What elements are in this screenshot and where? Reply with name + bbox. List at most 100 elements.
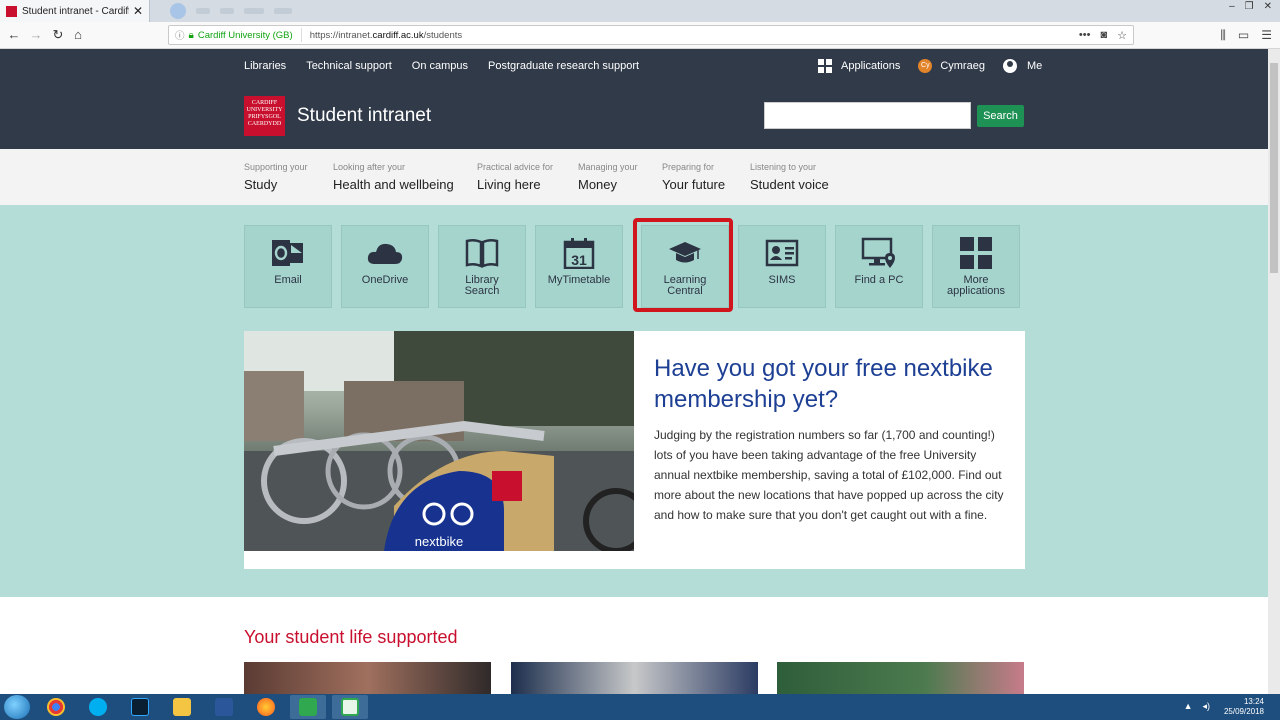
- site-header: CARDIFF UNIVERSITY PRIFYSGOL CAERDYDD St…: [0, 83, 1268, 149]
- student-life-card-2[interactable]: [511, 662, 758, 694]
- camtasia-icon: [299, 698, 317, 716]
- nav-link-technical-support[interactable]: Technical support: [306, 60, 392, 72]
- taskbar-camtasia[interactable]: [290, 695, 326, 719]
- placeholder-bar: [244, 8, 264, 14]
- tile-find-a-pc[interactable]: Find a PC: [835, 225, 923, 308]
- pocket-icon[interactable]: ◙: [1100, 29, 1107, 42]
- word-icon: [215, 698, 233, 716]
- taskbar-photoshop[interactable]: [122, 695, 158, 719]
- search-button[interactable]: Search: [977, 105, 1024, 127]
- cymraeg-badge-icon[interactable]: Cy: [918, 59, 933, 73]
- tile-sims[interactable]: SIMS: [738, 225, 826, 308]
- tile-library-search[interactable]: Library Search: [438, 225, 526, 308]
- tray-expand-icon[interactable]: ▲: [1184, 701, 1193, 712]
- topic-your-future[interactable]: Preparing for Your future: [662, 162, 725, 192]
- taskbar-camtasia-recorder[interactable]: [332, 695, 368, 719]
- toolbar-right: ⫼ ▭ ☰: [1220, 28, 1272, 43]
- svg-text:31: 31: [571, 252, 587, 268]
- reload-icon[interactable]: ↻: [50, 27, 66, 43]
- section-title: Your student life supported: [244, 627, 458, 647]
- site-top-nav: Libraries Technical support On campus Po…: [0, 49, 1268, 83]
- taskbar-explorer[interactable]: [164, 695, 200, 719]
- divider: [300, 28, 302, 42]
- menu-icon[interactable]: ☰: [1261, 28, 1272, 43]
- page-scrollbar[interactable]: [1268, 49, 1280, 694]
- system-tray: ▲ ◂): [1184, 701, 1210, 712]
- id-card-icon: [762, 236, 802, 270]
- cardiff-favicon-icon: [6, 5, 17, 17]
- topic-study[interactable]: Supporting your Study: [244, 162, 308, 192]
- tab-title: Student intranet - Cardiff Univ: [22, 5, 129, 17]
- me-link[interactable]: Me: [1027, 60, 1042, 72]
- tile-onedrive[interactable]: OneDrive: [341, 225, 429, 308]
- topic-money[interactable]: Managing your Money: [578, 162, 638, 192]
- search-input[interactable]: [764, 102, 971, 129]
- new-tab-icon[interactable]: [170, 3, 186, 19]
- sidebar-icon[interactable]: ▭: [1238, 28, 1249, 43]
- feature-card: nextbike Have you got your free nextbike…: [244, 331, 1025, 569]
- svg-text:nextbike: nextbike: [415, 534, 463, 549]
- page-actions-icon[interactable]: •••: [1079, 29, 1091, 42]
- minimize-button[interactable]: –: [1229, 1, 1235, 12]
- url-text[interactable]: https://intranet.cardiff.ac.uk/students: [310, 30, 462, 41]
- browser-nav-bar: ← → ↻ ⌂ ⓘ 🔒︎ Cardiff University (GB) htt…: [0, 22, 1280, 49]
- home-icon[interactable]: ⌂: [70, 27, 86, 43]
- site-identity[interactable]: Cardiff University (GB): [198, 30, 293, 41]
- cloud-icon: [365, 236, 405, 270]
- window-controls: – ❐ ✕: [1229, 1, 1272, 12]
- taskbar-word[interactable]: [206, 695, 242, 719]
- close-window-button[interactable]: ✕: [1264, 1, 1272, 12]
- learning-central-highlight: [633, 218, 733, 312]
- taskbar-firefox[interactable]: [248, 695, 284, 719]
- scrollbar-thumb[interactable]: [1270, 63, 1278, 273]
- tile-more-applications[interactable]: More applications: [932, 225, 1020, 308]
- applications-grid-icon[interactable]: [818, 59, 832, 73]
- folder-icon: [173, 698, 191, 716]
- recorder-icon: [341, 698, 359, 716]
- topic-living-here[interactable]: Practical advice for Living here: [477, 162, 553, 192]
- tile-mytimetable[interactable]: 31 MyTimetable: [535, 225, 623, 308]
- student-life-card-1[interactable]: [244, 662, 491, 694]
- url-actions: ••• ◙ ☆: [1079, 29, 1127, 42]
- nav-link-libraries[interactable]: Libraries: [244, 60, 286, 72]
- library-icon[interactable]: ⫼: [1220, 28, 1226, 43]
- skype-icon: [89, 698, 107, 716]
- nav-link-postgraduate-research[interactable]: Postgraduate research support: [488, 60, 639, 72]
- computer-icon: [859, 236, 899, 270]
- clock[interactable]: 13:24 25/09/2018: [1224, 697, 1264, 717]
- bookmark-star-icon[interactable]: ☆: [1117, 29, 1127, 42]
- feature-heading[interactable]: Have you got your free nextbike membersh…: [654, 353, 994, 415]
- back-arrow-icon[interactable]: ←: [6, 27, 22, 43]
- forward-arrow-icon[interactable]: →: [28, 27, 44, 43]
- placeholder-bar: [220, 8, 234, 14]
- info-icon[interactable]: ⓘ: [175, 28, 185, 42]
- feature-body: Judging by the registration numbers so f…: [654, 428, 1004, 522]
- site-title[interactable]: Student intranet: [297, 105, 431, 127]
- restore-button[interactable]: ❐: [1245, 1, 1254, 12]
- student-life-card-3[interactable]: [777, 662, 1024, 694]
- close-tab-icon[interactable]: ✕: [133, 4, 143, 18]
- firefox-icon: [257, 698, 275, 716]
- chrome-icon: [47, 698, 65, 716]
- topic-student-voice[interactable]: Listening to your Student voice: [750, 162, 829, 192]
- applications-link[interactable]: Applications: [841, 60, 900, 72]
- topic-health-wellbeing[interactable]: Looking after your Health and wellbeing: [333, 162, 454, 192]
- taskbar-chrome[interactable]: [38, 695, 74, 719]
- user-icon[interactable]: [1002, 59, 1017, 73]
- tile-email[interactable]: Email: [244, 225, 332, 308]
- nav-link-on-campus[interactable]: On campus: [412, 60, 468, 72]
- cardiff-university-logo[interactable]: CARDIFF UNIVERSITY PRIFYSGOL CAERDYDD: [244, 96, 285, 136]
- volume-icon[interactable]: ◂): [1202, 701, 1210, 712]
- email-icon: [268, 236, 308, 270]
- book-icon: [462, 236, 502, 270]
- cymraeg-link[interactable]: Cymraeg: [940, 60, 985, 72]
- calendar-icon: 31: [559, 236, 599, 270]
- browser-tab[interactable]: Student intranet - Cardiff Univ ✕: [0, 0, 150, 22]
- start-button[interactable]: [4, 695, 30, 719]
- new-tab-area[interactable]: [170, 3, 330, 19]
- address-bar[interactable]: ⓘ 🔒︎ Cardiff University (GB) https://int…: [168, 25, 1134, 45]
- topic-nav: Supporting your Study Looking after your H…: [0, 149, 1268, 205]
- taskbar-skype[interactable]: [80, 695, 116, 719]
- lock-icon[interactable]: 🔒︎: [189, 30, 194, 41]
- nextbike-photo[interactable]: nextbike: [244, 331, 634, 551]
